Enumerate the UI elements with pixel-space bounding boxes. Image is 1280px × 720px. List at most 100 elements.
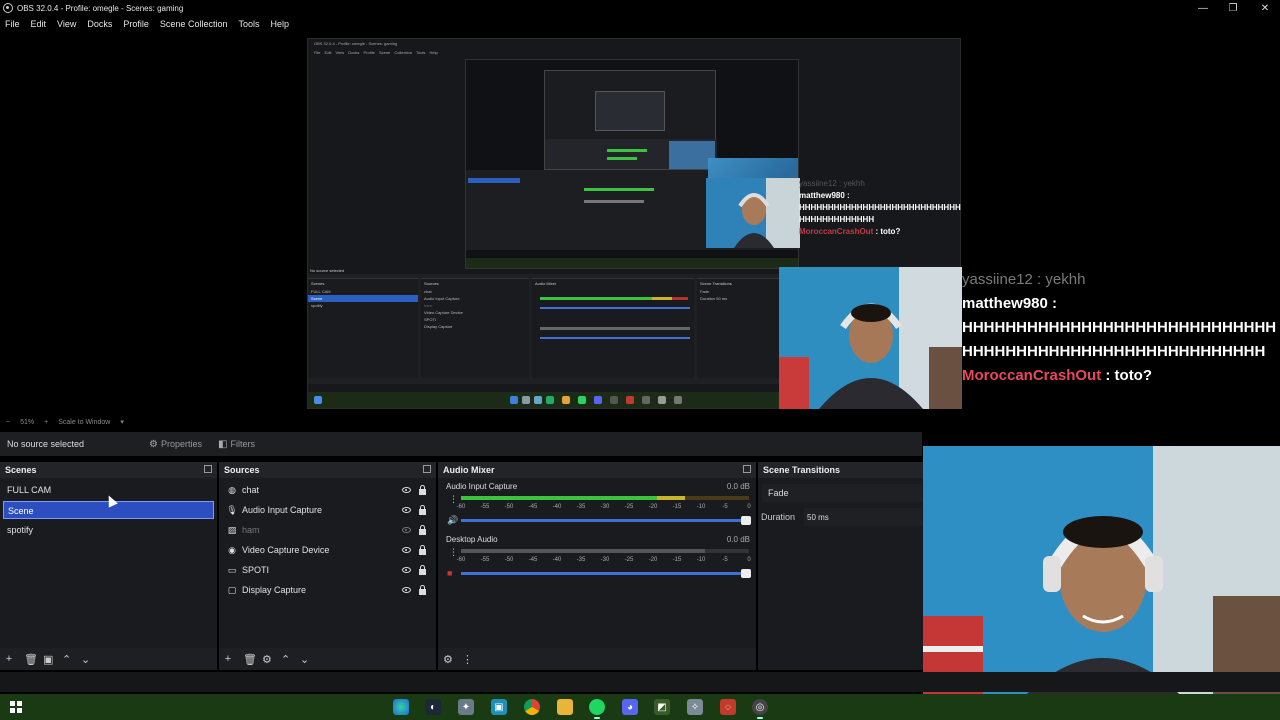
channel-name: Audio Input Capture [446, 482, 518, 491]
eye-icon[interactable] [402, 587, 411, 593]
source-properties-button[interactable]: ⚙ [262, 653, 272, 666]
eye-icon[interactable] [402, 547, 411, 553]
app-icon[interactable]: ✧ [687, 699, 703, 715]
db-tick-label: -15 [672, 557, 682, 563]
close-button[interactable]: ✕ [1250, 0, 1280, 16]
folder-icon[interactable] [557, 699, 573, 715]
discord-icon[interactable]: ◕ [622, 699, 638, 715]
move-up-button[interactable]: ⌃ [62, 653, 71, 666]
db-tick-label: -50 [504, 557, 514, 563]
source-label: Audio Input Capture [242, 505, 323, 515]
speaker-muted-icon[interactable]: ■ [447, 568, 457, 578]
lock-icon[interactable] [419, 565, 426, 575]
eye-hidden-icon[interactable] [402, 527, 411, 533]
source-item-spoti[interactable]: ▭ SPOTI [225, 561, 430, 579]
move-down-button[interactable]: ⌄ [81, 653, 90, 666]
add-scene-button[interactable]: + [5, 653, 13, 665]
menu-file[interactable]: File [5, 19, 20, 29]
chevron-down-icon[interactable]: ▾ [120, 418, 124, 426]
app-red-icon[interactable]: ◌ [720, 699, 736, 715]
lock-icon[interactable] [419, 525, 426, 535]
slider-handle[interactable] [741, 516, 751, 525]
chat-overlay-large: yassiine12 : yekhh matthew980 : HHHHHHHH… [962, 268, 1280, 388]
scene-filters-button[interactable]: ▣ [43, 653, 53, 666]
nested-source-item: Video Capture Device [424, 310, 463, 315]
obs-icon[interactable]: ◎ [752, 699, 768, 719]
lock-icon[interactable] [419, 545, 426, 555]
eye-icon[interactable] [402, 507, 411, 513]
volume-slider[interactable] [461, 569, 751, 578]
remove-scene-button[interactable]: 🗑 [24, 653, 38, 666]
menu-tools[interactable]: Tools [238, 19, 259, 29]
store-icon[interactable]: ▣ [491, 699, 507, 715]
advanced-audio-button[interactable]: ⚙ [443, 653, 453, 666]
source-item-video-capture[interactable]: ◉ Video Capture Device [225, 541, 430, 559]
windows-start-icon[interactable] [10, 701, 22, 713]
transition-select[interactable]: Fade [762, 484, 922, 502]
nested-scene-item: Scene [308, 295, 418, 302]
lock-icon[interactable] [419, 585, 426, 595]
menu-scene-collection[interactable]: Scene Collection [160, 19, 228, 29]
volume-slider[interactable] [461, 516, 751, 525]
filters-button[interactable]: ◧ Filters [218, 439, 255, 450]
move-down-button[interactable]: ⌄ [300, 653, 309, 666]
duration-input[interactable]: 50 ms [804, 508, 922, 526]
eye-icon[interactable] [402, 487, 411, 493]
speaker-icon[interactable]: 🔊 [447, 515, 458, 525]
image-icon: ▨ [227, 524, 237, 535]
db-tick-label: 0 [747, 557, 751, 563]
maximize-button[interactable]: ❐ [1218, 0, 1248, 16]
volume-meter [461, 549, 749, 553]
chat-user: MoroccanCrashOut [799, 227, 874, 236]
undock-icon[interactable] [423, 465, 431, 473]
slider-handle[interactable] [741, 569, 751, 578]
spotify-icon[interactable] [589, 699, 605, 719]
db-tick-label: -55 [480, 504, 490, 510]
move-up-button[interactable]: ⌃ [281, 653, 290, 666]
app-icon[interactable]: ✦ [458, 699, 474, 715]
db-tick-label: -5 [722, 504, 728, 510]
zoom-in-button[interactable]: + [44, 419, 48, 426]
steam-icon[interactable]: ◐ [425, 699, 441, 715]
properties-label: Properties [160, 439, 202, 449]
properties-button[interactable]: ⚙ Properties [149, 439, 202, 450]
db-tick-label: -30 [600, 504, 610, 510]
db-tick-label: -50 [504, 504, 514, 510]
scale-mode-dropdown[interactable]: Scale to Window [58, 419, 110, 426]
zoom-out-button[interactable]: − [6, 419, 10, 426]
menu-profile[interactable]: Profile [123, 19, 149, 29]
volume-meter [461, 496, 749, 500]
deeper-preview [544, 70, 717, 170]
sources-header: Sources [219, 462, 436, 478]
nvidia-icon[interactable]: ◩ [654, 699, 670, 715]
eye-icon[interactable] [402, 567, 411, 573]
menu-bar: File Edit View Docks Profile Scene Colle… [0, 16, 1280, 32]
nested-source-item: ham [424, 303, 432, 308]
chrome-icon[interactable] [524, 699, 540, 715]
source-item-audio-input[interactable]: 🎙 Audio Input Capture [225, 501, 430, 519]
mixer-channel-desktop-audio: Desktop Audio 0.0 dB ⋮ -60 -55 -50 -45 -40 -3… [443, 535, 753, 583]
scenes-footer: + 🗑 ▣ ⌃ ⌄ [0, 648, 217, 670]
minimize-button[interactable]: — [1188, 0, 1218, 16]
nested-transitions-title: Scene Transitions [700, 281, 732, 286]
menu-edit[interactable]: Edit [31, 19, 47, 29]
source-item-display-capture[interactable]: ▢ Display Capture [225, 581, 430, 599]
menu-docks[interactable]: Docks [87, 19, 112, 29]
mixer-menu-button[interactable]: ⋮ [462, 653, 473, 666]
source-item-ham[interactable]: ▨ ham [225, 521, 430, 539]
remove-source-button[interactable]: 🗑 [243, 653, 257, 666]
chat-faded-line: yassiine12 : yekhh [962, 271, 1086, 288]
source-item-chat[interactable]: ◍ chat [225, 481, 430, 499]
window-icon: ▭ [227, 564, 237, 575]
menu-help[interactable]: Help [270, 19, 289, 29]
menu-view[interactable]: View [57, 19, 76, 29]
undock-icon[interactable] [743, 465, 751, 473]
add-source-button[interactable]: + [224, 653, 232, 665]
transitions-header: Scene Transitions [758, 462, 923, 478]
db-tick-label: -60 [456, 557, 466, 563]
undock-icon[interactable] [204, 465, 212, 473]
lock-icon[interactable] [419, 485, 426, 495]
lock-icon[interactable] [419, 505, 426, 515]
edge-icon[interactable] [393, 699, 409, 715]
scene-item-spotify[interactable]: spotify [3, 521, 214, 539]
